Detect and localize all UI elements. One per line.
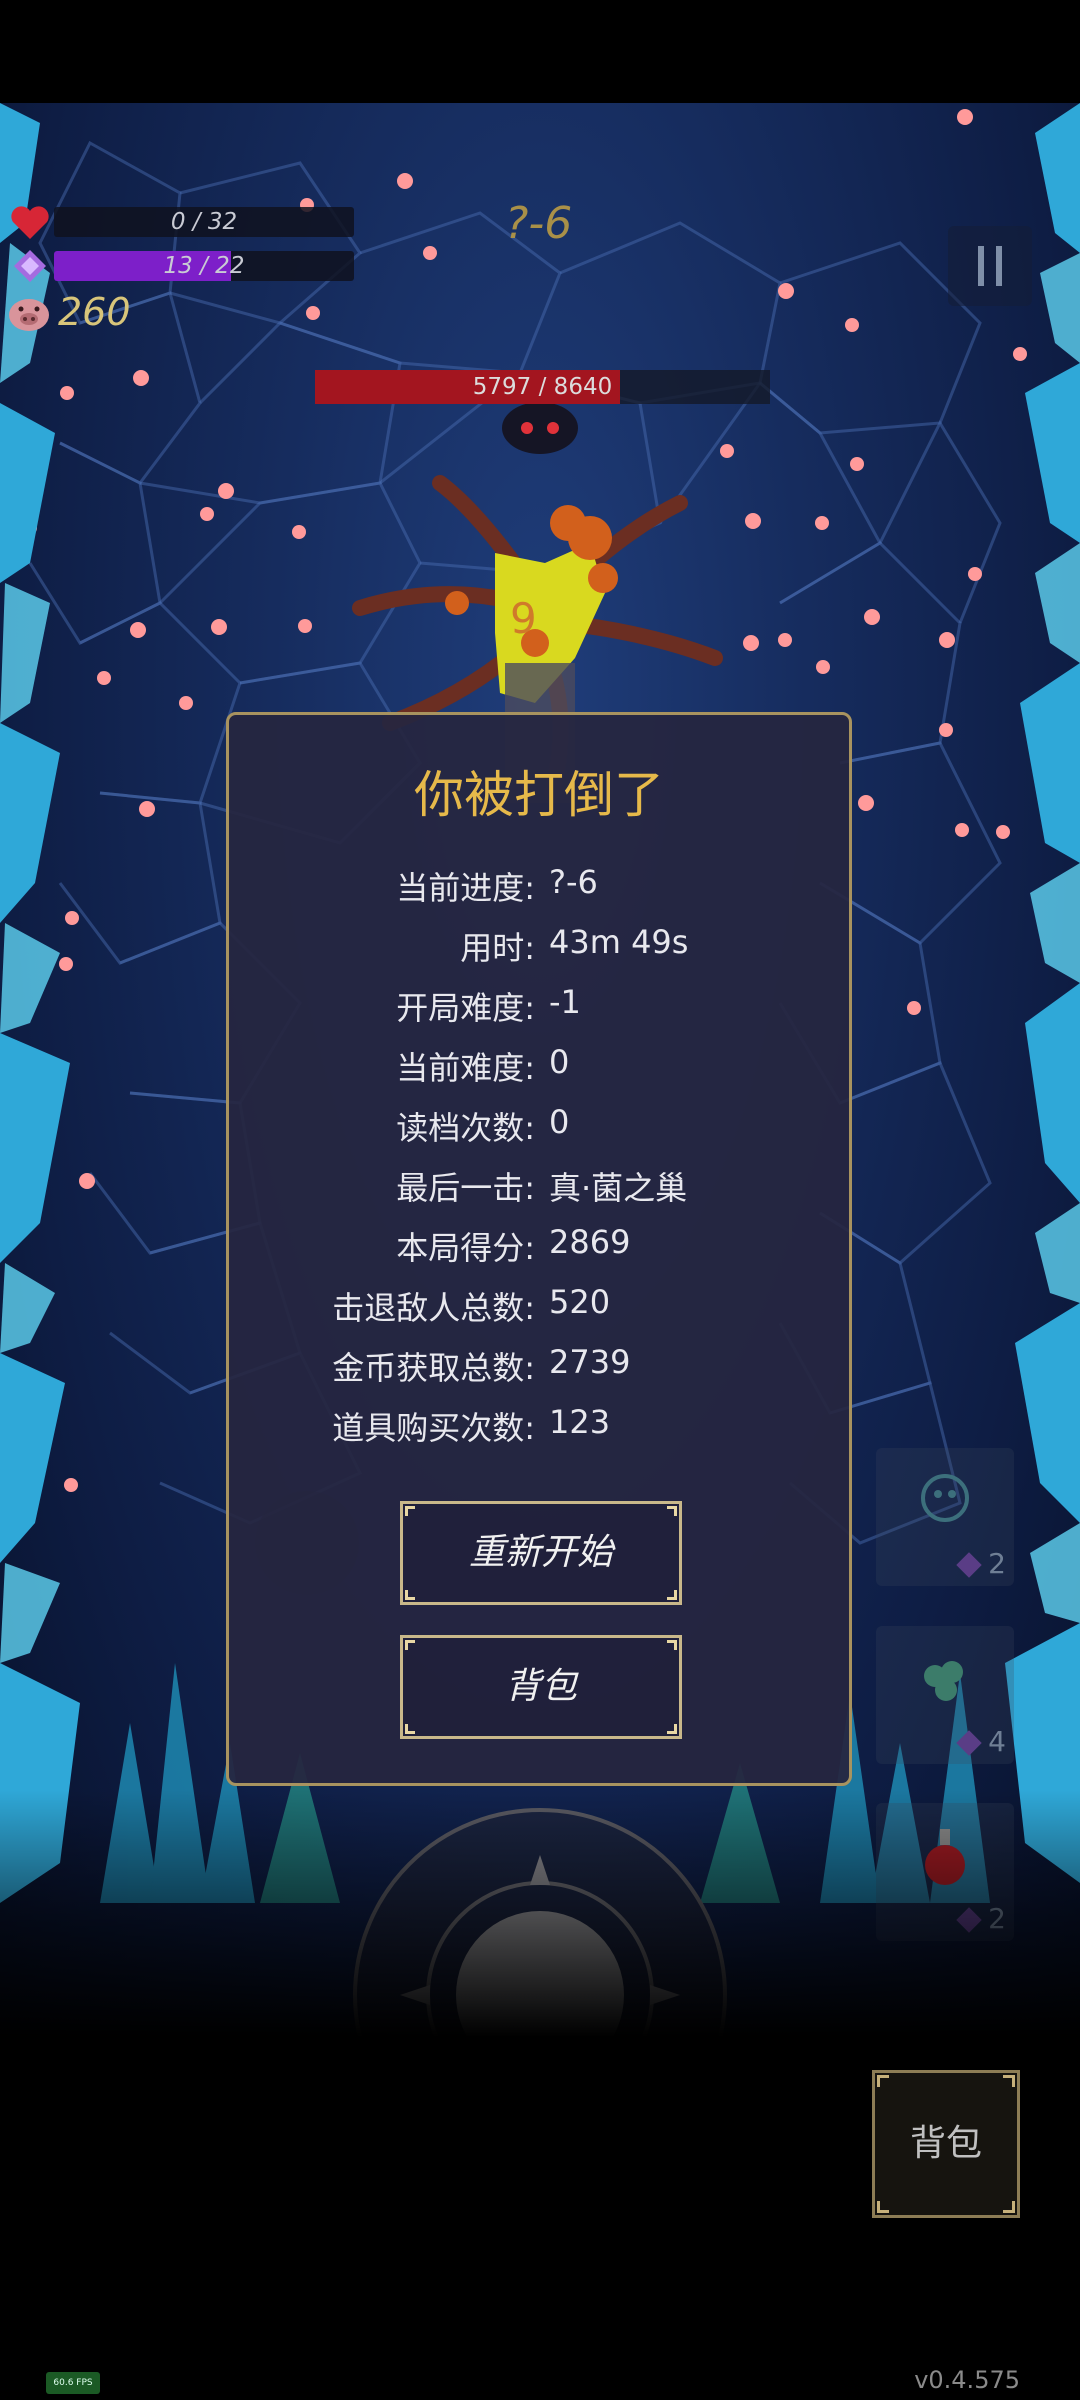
game-over-dialog: 你被打倒了 当前进度: ?-6 用时: 43m 49s 开局难度: -1 当前难…	[226, 712, 852, 1786]
joystick-knob[interactable]	[456, 1911, 624, 2050]
heart-icon	[11, 206, 49, 239]
piggy-bank-icon	[9, 299, 49, 331]
gem-icon	[956, 1552, 982, 1578]
boss-health-bar: 5797 / 8640	[315, 370, 770, 404]
pause-icon	[978, 246, 1002, 286]
slot-count: 4	[988, 1725, 1006, 1758]
virtual-joystick[interactable]	[350, 1805, 730, 2050]
top-black-bar	[0, 0, 1080, 103]
damage-number: 9	[510, 594, 537, 643]
gem-icon	[956, 1907, 982, 1933]
stat-row-progress: 当前进度: ?-6	[229, 863, 855, 913]
dialog-title: 你被打倒了	[414, 766, 664, 824]
level-indicator: ?-6	[505, 198, 573, 249]
inventory-slot-2[interactable]: 4	[876, 1626, 1014, 1764]
gem-icon	[956, 1730, 982, 1756]
dialog-backpack-button-label: 背包	[504, 1666, 577, 1707]
boss-health-text: 5797 / 8640	[472, 374, 613, 400]
stat-label: 本局得分:	[396, 1229, 535, 1267]
inventory-slot-1[interactable]: 2	[876, 1448, 1014, 1586]
stat-value: 43m 49s	[549, 923, 689, 961]
stat-row-current-difficulty: 当前难度: 0	[229, 1043, 855, 1093]
mana-text: 13 / 22	[163, 253, 245, 279]
stat-row-last-hit: 最后一击: 真·菌之巢	[229, 1163, 855, 1213]
stat-row-time: 用时: 43m 49s	[229, 923, 855, 973]
restart-button-label: 重新开始	[468, 1532, 613, 1573]
stat-value: 0	[549, 1103, 570, 1141]
stat-value: -1	[549, 983, 581, 1021]
stat-label: 金币获取总数:	[332, 1349, 535, 1387]
restart-button[interactable]: 重新开始	[400, 1501, 682, 1605]
dialog-backpack-button[interactable]: 背包	[400, 1635, 682, 1739]
stat-label: 击退敌人总数:	[332, 1289, 535, 1327]
egg-cluster-icon	[924, 1661, 963, 1701]
inventory-slot-3[interactable]: 2	[876, 1803, 1014, 1941]
stat-label: 用时:	[460, 929, 535, 967]
stat-value: 520	[549, 1283, 611, 1321]
coin-count: 260	[58, 290, 131, 334]
version-label: v0.4.575	[914, 2366, 1020, 2394]
stat-value: ?-6	[549, 863, 598, 901]
pause-button[interactable]	[948, 226, 1032, 306]
stat-value: 2739	[549, 1343, 631, 1381]
stat-value: 123	[549, 1403, 611, 1441]
fps-counter: 60.6 FPS	[46, 2372, 100, 2394]
health-text: 0 / 32	[170, 209, 238, 235]
stat-row-purchases: 道具购买次数: 123	[229, 1403, 855, 1453]
stat-row-score: 本局得分: 2869	[229, 1223, 855, 1273]
stat-row-gold: 金币获取总数: 2739	[229, 1343, 855, 1393]
stat-label: 最后一击:	[396, 1169, 535, 1207]
mana-bar: 13 / 22	[54, 251, 354, 281]
stat-row-loads: 读档次数: 0	[229, 1103, 855, 1153]
stat-row-start-difficulty: 开局难度: -1	[229, 983, 855, 1033]
stat-label: 当前难度:	[396, 1049, 535, 1087]
stat-value: 2869	[549, 1223, 631, 1261]
stat-label: 当前进度:	[396, 869, 535, 907]
stat-value: 真·菌之巢	[549, 1169, 688, 1207]
stat-label: 道具购买次数:	[332, 1409, 535, 1447]
health-bar: 0 / 32	[54, 207, 354, 237]
stat-row-kills: 击退敌人总数: 520	[229, 1283, 855, 1333]
stat-value: 0	[549, 1043, 570, 1081]
potion-icon	[925, 1829, 965, 1885]
mana-gem-icon	[14, 250, 46, 282]
stat-label: 读档次数:	[396, 1109, 535, 1147]
backpack-button[interactable]: 背包	[872, 2070, 1020, 2218]
creature-icon	[921, 1474, 969, 1522]
slot-count: 2	[988, 1902, 1006, 1935]
backpack-button-label: 背包	[909, 2123, 982, 2164]
stat-label: 开局难度:	[396, 989, 535, 1027]
slot-count: 2	[988, 1547, 1006, 1580]
